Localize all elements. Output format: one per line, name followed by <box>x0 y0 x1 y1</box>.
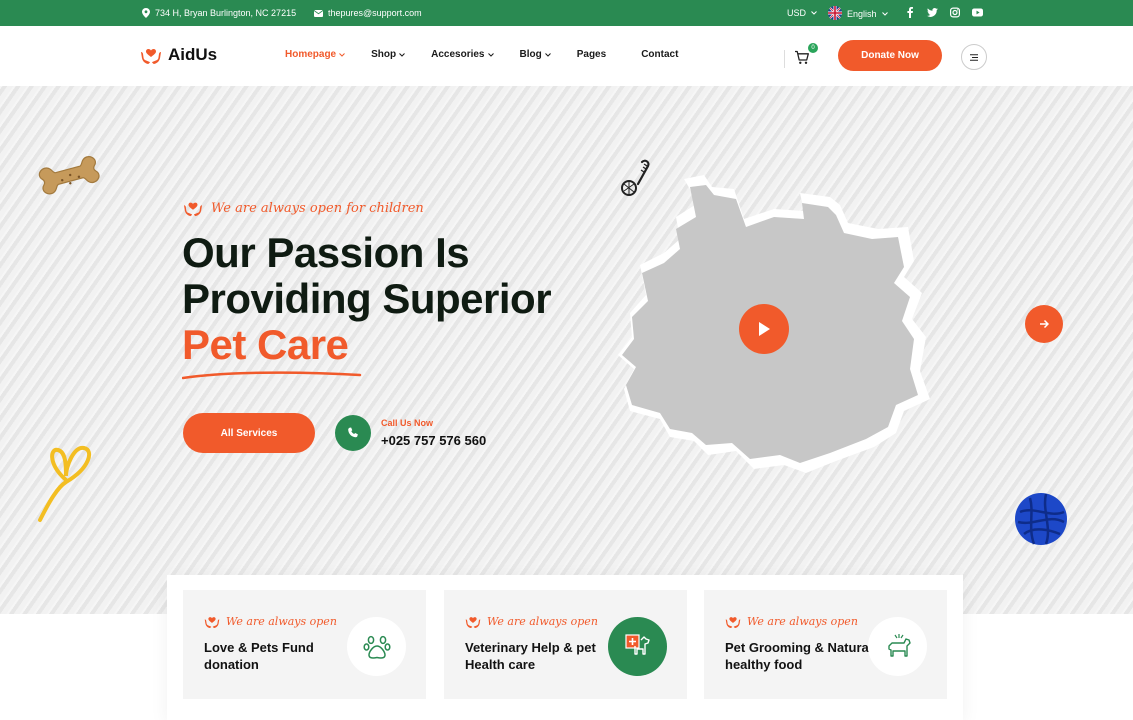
feature-icon-wrap <box>608 617 667 676</box>
phone-icon <box>348 427 358 438</box>
nav-item-pages[interactable]: Pages <box>577 49 606 60</box>
feature-icon-wrap <box>347 617 406 676</box>
chevron-down-icon <box>399 52 405 57</box>
feature-tag-text: We are always open <box>747 615 858 628</box>
feature-card[interactable]: We are always open Pet Grooming & Natura… <box>704 590 947 699</box>
logo-hands-heart-icon <box>184 202 202 217</box>
headline-accent: Pet Care <box>182 321 349 368</box>
feature-tag-text: We are always open <box>487 615 598 628</box>
feature-tag-text: We are always open <box>226 615 337 628</box>
logo-hands-heart-icon <box>465 617 481 629</box>
main-header: AidUs Homepage Shop Accesories Blog Page… <box>0 26 1133 86</box>
social-links <box>905 7 983 18</box>
dog-grooming-icon <box>887 633 911 657</box>
header-divider <box>784 50 785 68</box>
call-button[interactable] <box>335 415 371 451</box>
feature-icon-wrap <box>868 617 927 676</box>
feature-tag: We are always open <box>204 614 337 629</box>
next-slide-button[interactable] <box>1025 305 1063 343</box>
main-nav: Homepage Shop Accesories Blog Pages Cont… <box>285 49 678 60</box>
paw-icon <box>362 635 391 659</box>
menu-button[interactable] <box>961 44 987 70</box>
yarn-ball-icon <box>1015 493 1067 545</box>
address-text: 734 H, Bryan Burlington, NC 27215 <box>155 8 297 18</box>
donate-now-button[interactable]: Donate Now <box>838 40 942 71</box>
call-number[interactable]: +025 757 576 560 <box>381 433 486 448</box>
hero-tagline-text: We are always open for children <box>211 200 424 216</box>
arrow-right-icon <box>1040 319 1049 329</box>
feature-card[interactable]: We are always open Love & Pets Fund dona… <box>183 590 426 699</box>
feature-title: Pet Grooming & Natural healthy food <box>725 640 873 672</box>
nav-item-homepage[interactable]: Homepage <box>285 49 345 60</box>
youtube-icon[interactable] <box>972 7 983 18</box>
play-video-button[interactable] <box>739 304 789 354</box>
language-selector[interactable]: English <box>828 6 888 20</box>
chevron-down-icon <box>339 52 345 57</box>
vet-dog-icon <box>624 633 650 655</box>
nav-item-accesories[interactable]: Accesories <box>431 49 494 60</box>
hero-section <box>0 86 1133 614</box>
play-icon <box>759 322 770 336</box>
feature-tag: We are always open <box>725 614 858 629</box>
nav-item-label: Pages <box>576 49 607 60</box>
location-pin-icon <box>142 8 150 18</box>
email-text: thepures@support.com <box>328 8 422 18</box>
nav-item-label: Contact <box>641 49 679 60</box>
dog-bone-icon <box>38 156 100 195</box>
facebook-icon[interactable] <box>905 7 915 18</box>
ribbon-heart-icon <box>38 445 92 522</box>
logo-hands-heart-icon <box>204 617 220 629</box>
feature-tag: We are always open <box>465 614 598 629</box>
nav-item-label: Homepage <box>285 49 337 60</box>
features-panel: We are always open Love & Pets Fund dona… <box>167 575 963 720</box>
headline-line-1: Our Passion Is <box>182 229 470 276</box>
nav-item-label: Shop <box>371 49 397 60</box>
feature-title: Love & Pets Fund donation <box>204 640 314 672</box>
nav-item-label: Accesories <box>431 49 485 60</box>
logo[interactable]: AidUs <box>140 44 217 66</box>
all-services-button[interactable]: All Services <box>183 413 315 453</box>
logo-hands-heart-icon <box>725 617 741 629</box>
chevron-down-icon <box>811 11 817 15</box>
logo-icon <box>141 48 161 64</box>
language-label: English <box>847 9 877 19</box>
headline-underline <box>182 371 362 380</box>
top-bar: 734 H, Bryan Burlington, NC 27215 thepur… <box>0 0 1133 26</box>
hamburger-icon <box>970 53 978 61</box>
call-label: Call Us Now <box>381 418 434 428</box>
cart-icon <box>795 50 809 64</box>
nav-item-shop[interactable]: Shop <box>371 49 405 60</box>
hero-tagline: We are always open for children <box>183 199 424 217</box>
email[interactable]: thepures@support.com <box>314 8 422 18</box>
chevron-down-icon <box>544 52 551 57</box>
instagram-icon[interactable] <box>950 7 960 18</box>
nav-item-contact[interactable]: Contact <box>641 49 678 60</box>
mail-icon <box>314 9 323 17</box>
chevron-down-icon <box>487 52 494 57</box>
logo-text: AidUs <box>168 45 218 64</box>
uk-flag-icon <box>828 6 842 20</box>
nav-item-label: Blog <box>519 49 542 60</box>
currency-selector[interactable]: USD <box>787 8 817 18</box>
chevron-down-icon <box>881 12 888 16</box>
feature-title: Veterinary Help & pet Health care <box>465 640 596 672</box>
feature-card[interactable]: We are always open Veterinary Help & pet… <box>444 590 687 699</box>
headline-line-2: Providing Superior <box>182 275 552 322</box>
hero-headline: Our Passion Is Providing Superior Pet Ca… <box>182 229 552 368</box>
cart-button[interactable]: 0 <box>794 43 818 70</box>
nav-item-blog[interactable]: Blog <box>520 49 551 60</box>
currency-label: USD <box>787 8 807 18</box>
twitter-icon[interactable] <box>927 7 938 18</box>
address: 734 H, Bryan Burlington, NC 27215 <box>142 8 296 18</box>
cart-count-badge: 0 <box>808 43 818 53</box>
